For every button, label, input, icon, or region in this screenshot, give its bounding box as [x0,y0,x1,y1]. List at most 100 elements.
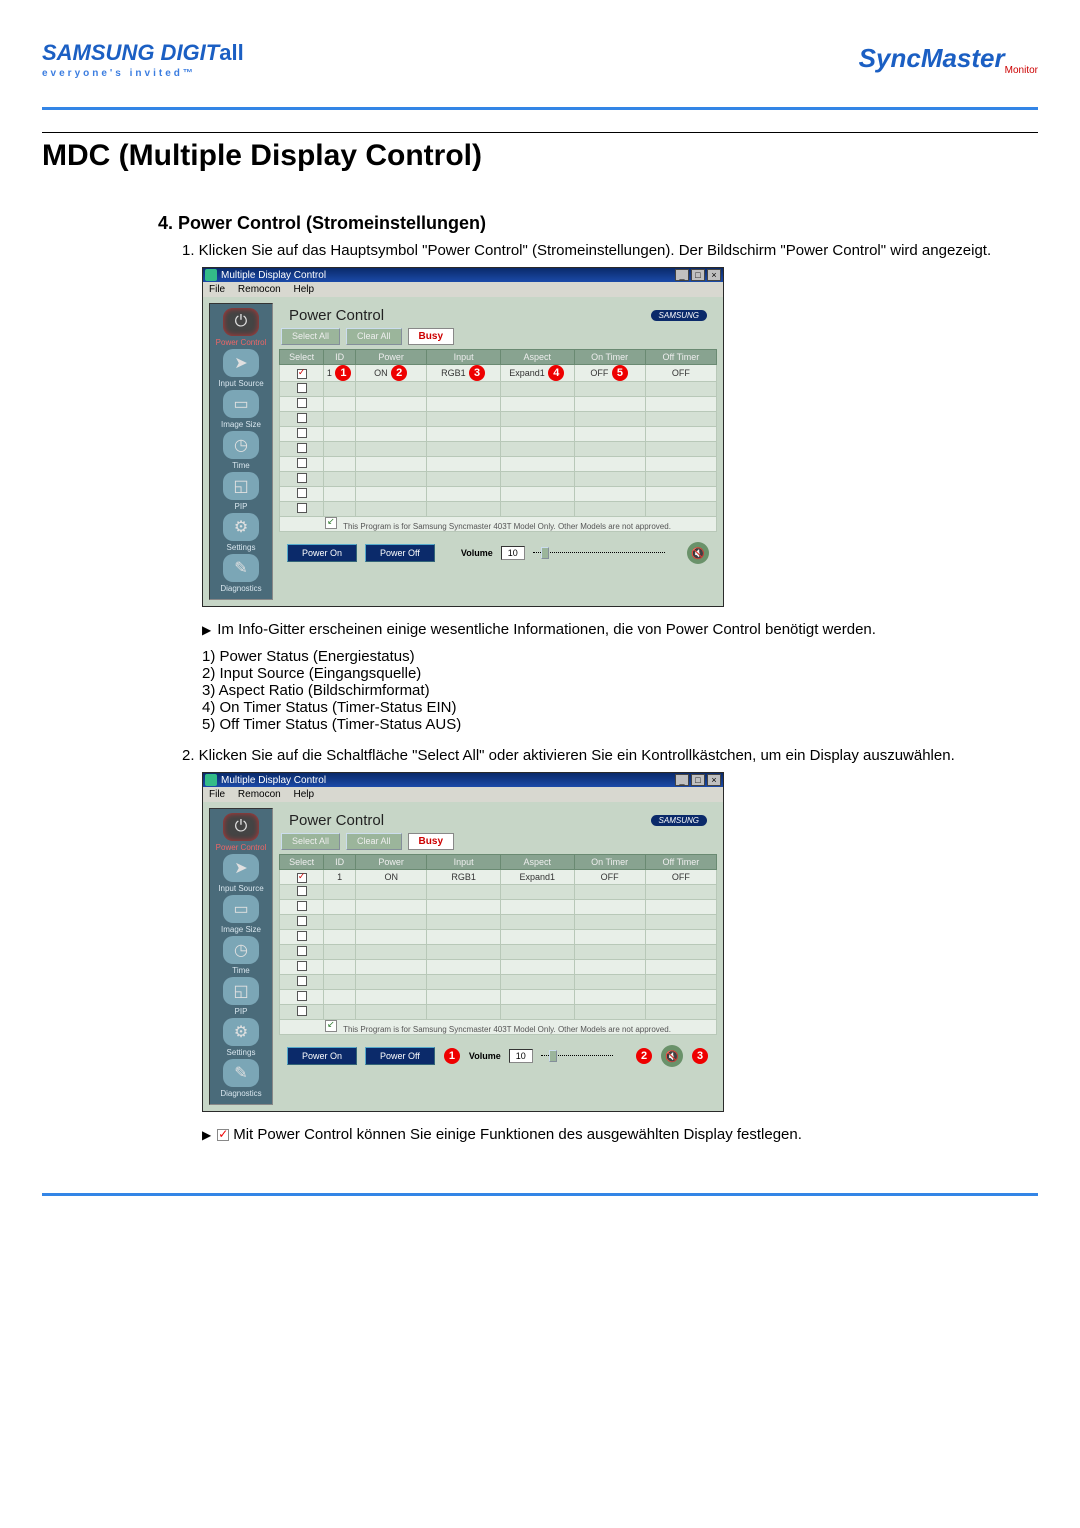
sidebar-item-image-size[interactable]: ▭Image Size [214,390,268,429]
select-all-button[interactable]: Select All [281,328,340,345]
settings-icon: ⚙ [223,513,259,541]
volume-label: Volume [469,1051,501,1061]
minimize-button[interactable]: _ [675,269,689,281]
menu-file[interactable]: File [209,284,225,295]
table-row [280,960,717,975]
sidebar: ⏻Power Control ➤Input Source ▭Image Size… [209,303,273,600]
col-power: Power [356,350,427,365]
display-grid: Select ID Power Input Aspect On Timer Of… [279,349,717,532]
slider-thumb[interactable] [549,1050,557,1062]
sidebar-item-image-size[interactable]: ▭Image Size [214,895,268,934]
para-2: 2. Klicken Sie auf die Schaltfläche "Sel… [182,747,1038,764]
titlebar: Multiple Display Control _ □ × [203,268,723,282]
time-icon: ◷ [223,431,259,459]
close-button[interactable]: × [707,774,721,786]
table-row [280,412,717,427]
col-off-timer: Off Timer [645,350,716,365]
menu-remocon[interactable]: Remocon [238,789,281,800]
slider-thumb[interactable] [541,547,549,559]
volume-slider[interactable] [541,1047,627,1065]
check-icon [217,1129,229,1141]
power-icon: ⏻ [223,813,259,841]
annotation-4: 4 [548,365,564,381]
info-list: 1) Power Status (Energiestatus) 2) Input… [202,648,1038,733]
main-panel: Power Control SAMSUNG Select All Clear A… [279,303,717,600]
sidebar-item-pip[interactable]: ◱PIP [214,977,268,1016]
col-input: Input [427,350,501,365]
menu-file[interactable]: File [209,789,225,800]
volume-slider[interactable] [533,544,679,562]
col-aspect: Aspect [500,350,574,365]
select-all-button[interactable]: Select All [281,833,340,850]
annotation-3: 3 [469,365,485,381]
table-row [280,915,717,930]
table-row[interactable]: 1 ON RGB1 Expand1 OFF OFF [280,870,717,885]
maximize-button[interactable]: □ [691,774,705,786]
page-title: MDC (Multiple Display Control) [42,139,1038,173]
para-1: 1. Klicken Sie auf das Hauptsymbol "Powe… [182,242,1038,259]
sidebar-item-input-source[interactable]: ➤Input Source [214,854,268,893]
mute-button[interactable]: 🔇 [661,1045,683,1067]
row-checkbox[interactable] [297,369,307,379]
menu-help[interactable]: Help [294,789,315,800]
power-off-button[interactable]: Power Off [365,1047,435,1065]
menu-remocon[interactable]: Remocon [238,284,281,295]
page-header: SAMSUNG DIGITall everyone's invited™ Syn… [42,40,1038,79]
clear-all-button[interactable]: Clear All [346,328,402,345]
col-on-timer: On Timer [574,350,645,365]
menu-help[interactable]: Help [294,284,315,295]
annotation-1: 1 [444,1048,460,1064]
sidebar-item-settings[interactable]: ⚙Settings [214,1018,268,1057]
busy-indicator: Busy [408,328,454,345]
sidebar-item-diagnostics[interactable]: ✎Diagnostics [214,1059,268,1098]
app-icon [205,269,217,281]
minimize-button[interactable]: _ [675,774,689,786]
annotation-2: 2 [636,1048,652,1064]
section-heading: 4. Power Control (Stromeinstellungen) [158,213,1038,234]
volume-value: 10 [501,546,525,560]
busy-indicator: Busy [408,833,454,850]
display-grid: Select ID Power Input Aspect On Timer Of… [279,854,717,1035]
table-row [280,427,717,442]
sidebar-item-power-control[interactable]: ⏻Power Control [214,308,268,347]
table-row [280,472,717,487]
image-size-icon: ▭ [223,895,259,923]
power-on-button[interactable]: Power On [287,1047,357,1065]
table-row [280,1005,717,1020]
mute-button[interactable]: 🔇 [687,542,709,564]
diagnostics-icon: ✎ [223,1059,259,1087]
table-row[interactable]: 1 1 ON 2 RGB1 3 Expand1 4 OFF 5 OFF [280,365,717,382]
window-title: Multiple Display Control [221,775,673,786]
clear-all-button[interactable]: Clear All [346,833,402,850]
maximize-button[interactable]: □ [691,269,705,281]
table-row [280,457,717,472]
pip-icon: ◱ [223,977,259,1005]
sidebar-item-pip[interactable]: ◱PIP [214,472,268,511]
power-on-button[interactable]: Power On [287,544,357,562]
table-row [280,900,717,915]
diagnostics-icon: ✎ [223,554,259,582]
app-screenshot-2: Multiple Display Control _ □ × File Remo… [202,772,724,1112]
table-row [280,975,717,990]
main-panel: Power Control SAMSUNG Select All Clear A… [279,808,717,1105]
sidebar-item-time[interactable]: ◷Time [214,431,268,470]
settings-icon: ⚙ [223,1018,259,1046]
col-id: ID [324,350,356,365]
input-icon: ➤ [223,854,259,882]
window-title: Multiple Display Control [221,270,673,281]
app-screenshot-1: Multiple Display Control _ □ × File Remo… [202,267,724,607]
power-off-button[interactable]: Power Off [365,544,435,562]
samsung-logo: SAMSUNG DIGITall everyone's invited™ [42,40,244,79]
menubar: File Remocon Help [203,787,723,802]
close-button[interactable]: × [707,269,721,281]
sidebar-item-power-control[interactable]: ⏻Power Control [214,813,268,852]
row-checkbox[interactable] [297,873,307,883]
sidebar-item-diagnostics[interactable]: ✎Diagnostics [214,554,268,593]
note-icon [325,517,337,529]
divider [42,107,1038,110]
panel-title: Power Control [289,307,384,324]
sidebar-item-time[interactable]: ◷Time [214,936,268,975]
sidebar-item-input-source[interactable]: ➤Input Source [214,349,268,388]
sidebar-item-settings[interactable]: ⚙Settings [214,513,268,552]
volume-label: Volume [461,548,493,558]
